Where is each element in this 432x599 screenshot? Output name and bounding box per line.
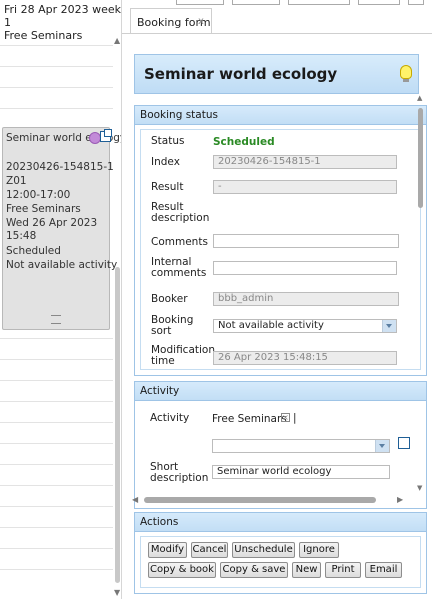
link-icon[interactable] [398, 437, 410, 449]
cancel-button[interactable]: Cancel [191, 542, 228, 558]
scroll-up-arrow-icon[interactable]: ▲ [417, 94, 422, 102]
remove-icon[interactable]: × [281, 413, 290, 422]
time-slot-line [0, 569, 113, 570]
calendar-scrollbar-thumb[interactable] [115, 267, 120, 583]
time-slot-line [0, 506, 113, 507]
calendar-header: Fri 28 Apr 2023 week 1 Free Seminars [4, 3, 121, 42]
result-field: - [213, 180, 397, 194]
scroll-down-arrow-icon[interactable]: ▼ [114, 588, 120, 597]
scrollbar-thumb[interactable] [418, 108, 423, 208]
panel-heading: Actions [140, 516, 179, 528]
index-field: 20230426-154815-1 [213, 155, 397, 169]
modify-button[interactable]: Modify [148, 542, 187, 558]
chevron-down-icon[interactable] [375, 440, 389, 452]
time-slot-line [0, 422, 113, 423]
panel-heading: Activity [140, 385, 180, 397]
time-slot-line [0, 87, 113, 88]
booking-status-body: Status Scheduled Index 20230426-154815-1… [140, 129, 421, 370]
form-vertical-scrollbar[interactable]: ▲ ▼ [416, 94, 426, 494]
lightbulb-icon[interactable] [400, 65, 412, 82]
booking-sort-value: Not available activity [218, 320, 324, 331]
status-value: Scheduled [213, 136, 275, 148]
copy-and-book-button[interactable]: Copy & book [148, 562, 216, 578]
event-activity: Free Seminars [6, 203, 81, 215]
resize-handle[interactable] [51, 315, 61, 324]
internal-comments-label: Internal comments [151, 256, 207, 279]
internal-comments-input[interactable] [213, 261, 397, 275]
toolbar-button[interactable] [288, 0, 350, 5]
tab-bar: Booking form x [122, 0, 432, 34]
activity-body: Activity Free Seminars × | Short descrip… [140, 405, 421, 503]
link-icon[interactable] [100, 129, 112, 142]
activity-label: Activity [150, 412, 190, 424]
tab-booking-form[interactable]: Booking form x [130, 8, 212, 34]
time-slot-line [0, 66, 113, 67]
time-slot-line [0, 527, 113, 528]
modification-time-field: 26 Apr 2023 15:48:15 [213, 351, 397, 365]
time-slot-line [0, 380, 113, 381]
toolbar-button[interactable] [176, 0, 224, 5]
booking-status-panel: Booking status Status Scheduled Index 20… [134, 105, 427, 376]
ignore-button[interactable]: Ignore [299, 542, 339, 558]
calendar-date: Fri 28 Apr 2023 week 1 [4, 3, 122, 29]
time-slot-line [0, 338, 113, 339]
status-label: Status [151, 135, 185, 147]
event-sort: Not available activity [6, 259, 118, 271]
calendar-resource: Free Seminars [4, 29, 83, 42]
event-status: Scheduled [6, 245, 61, 257]
calendar-event[interactable]: Seminar world ecology 20230426-154815-1 … [2, 127, 121, 330]
result-label: Result [151, 181, 184, 193]
booker-field: bbb_admin [213, 292, 399, 306]
toolbar-button[interactable] [408, 0, 424, 5]
unschedule-button[interactable]: Unschedule [232, 542, 295, 558]
email-button[interactable]: Email [365, 562, 402, 578]
activity-separator: | [293, 412, 297, 424]
form-title-bar: Seminar world ecology [134, 54, 419, 94]
time-slot-line [0, 464, 113, 465]
event-modified: Wed 26 Apr 2023 15:48 [6, 217, 98, 242]
horizontal-scrollbar[interactable]: ◀ ▶ [132, 495, 407, 505]
time-slot-line [0, 443, 113, 444]
scroll-left-arrow-icon[interactable]: ◀ [132, 495, 138, 504]
activity-select[interactable] [212, 439, 390, 453]
time-slot-line [0, 359, 113, 360]
activity-value: Free Seminars [212, 413, 287, 425]
scroll-down-arrow-icon[interactable]: ▼ [417, 484, 422, 492]
actions-panel: Actions Modify Cancel Unschedule Ignore … [134, 512, 427, 594]
time-slot-line [0, 45, 113, 46]
index-label: Index [151, 156, 180, 168]
scrollbar-thumb[interactable] [144, 497, 376, 503]
close-icon[interactable]: x [198, 16, 204, 27]
booking-sort-label: Booking sort [151, 314, 194, 337]
activity-panel: Activity Activity Free Seminars × | Shor… [134, 381, 427, 509]
scroll-right-arrow-icon[interactable]: ▶ [397, 495, 403, 504]
calendar-column: Fri 28 Apr 2023 week 1 Free Seminars ▲ S… [0, 0, 122, 599]
scroll-up-arrow-icon[interactable]: ▲ [114, 36, 120, 45]
panel-heading: Booking status [140, 109, 218, 121]
chevron-down-icon[interactable] [382, 320, 396, 332]
form-title: Seminar world ecology [144, 65, 338, 83]
result-description-label: Result description [151, 201, 210, 224]
comments-label: Comments [151, 236, 208, 248]
comments-input[interactable] [213, 234, 399, 248]
short-description-label: Short description [150, 461, 209, 484]
event-time: 12:00-17:00 [6, 189, 71, 201]
short-description-input[interactable]: Seminar world ecology [212, 465, 390, 479]
time-slot-line [0, 401, 113, 402]
event-resource: Z01 [6, 175, 27, 187]
time-slot-line [0, 108, 113, 109]
new-button[interactable]: New [292, 562, 321, 578]
actions-body: Modify Cancel Unschedule Ignore Copy & b… [140, 536, 421, 588]
toolbar-button[interactable] [358, 0, 400, 5]
booking-form: Seminar world ecology Booking status Sta… [122, 34, 432, 599]
booker-label: Booker [151, 293, 188, 305]
toolbar-button[interactable] [232, 0, 280, 5]
print-button[interactable]: Print [325, 562, 361, 578]
booking-sort-select[interactable]: Not available activity [213, 319, 397, 333]
event-index: 20230426-154815-1 [6, 161, 114, 173]
modification-time-label: Modification time [151, 344, 215, 367]
time-slot-line [0, 485, 113, 486]
time-slot-line [0, 548, 113, 549]
copy-and-save-button[interactable]: Copy & save [220, 562, 288, 578]
